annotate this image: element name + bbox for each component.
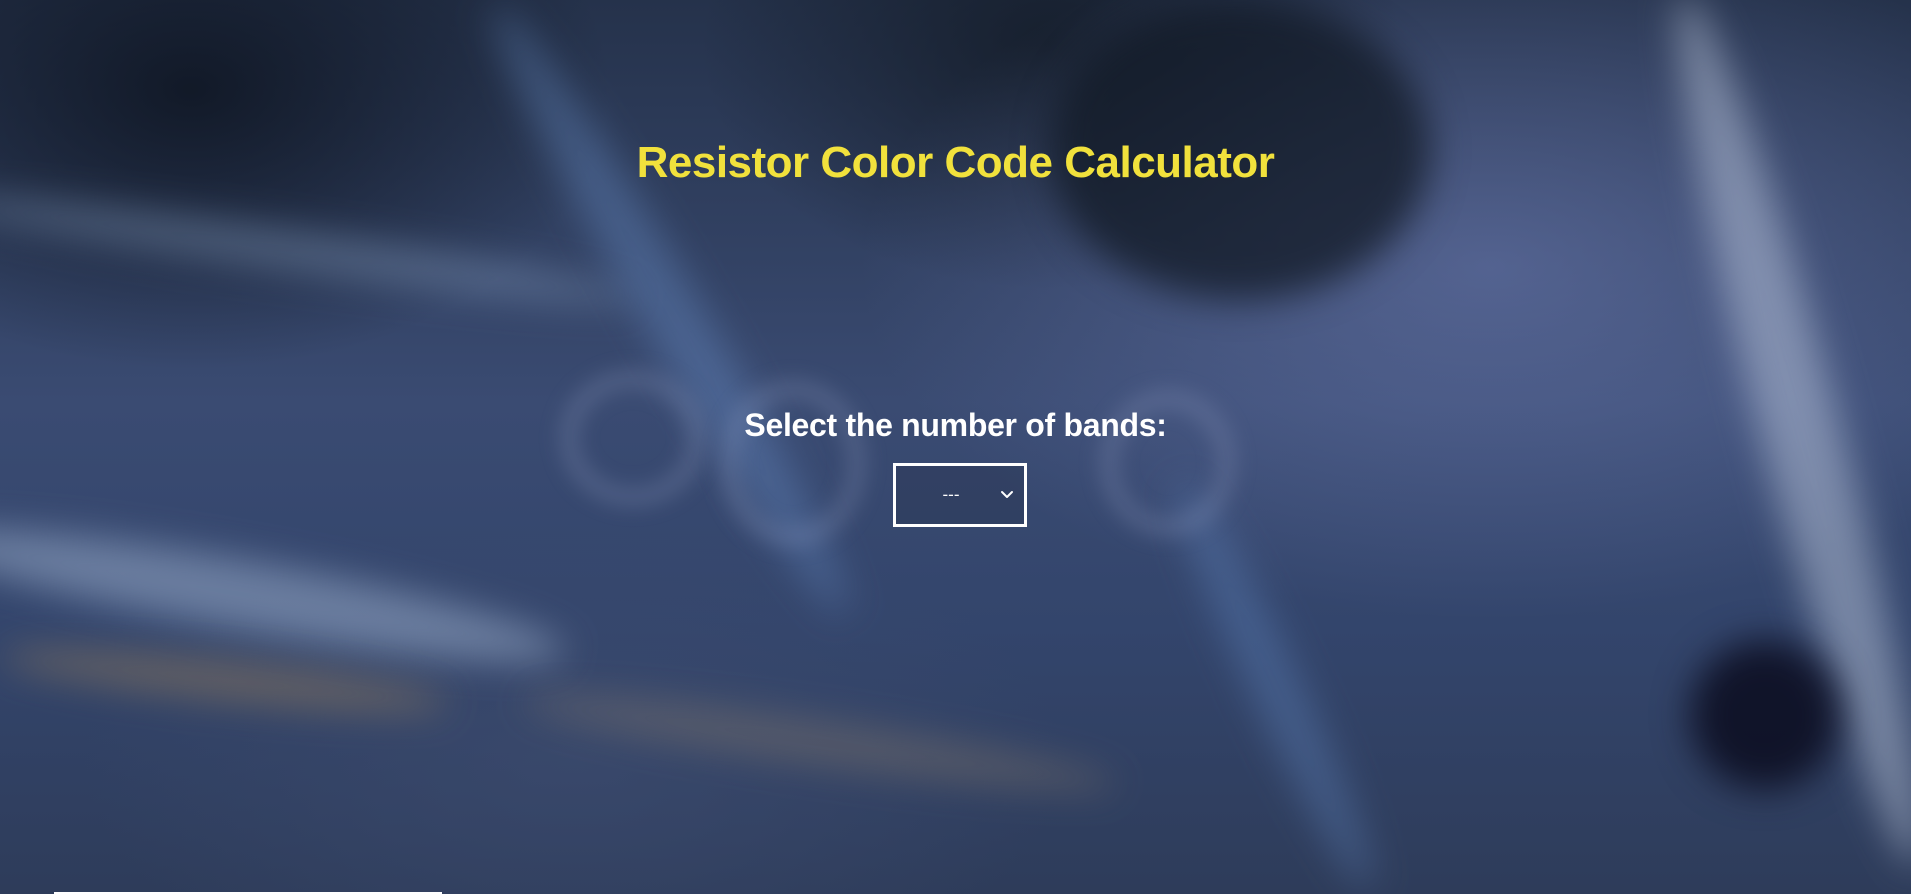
background-image	[0, 0, 1911, 894]
page-title: Resistor Color Code Calculator	[636, 138, 1275, 187]
bands-select[interactable]: ---	[893, 463, 1027, 527]
chevron-down-icon	[998, 486, 1016, 504]
bands-select-value: ---	[942, 485, 960, 504]
bands-label: Select the number of bands:	[744, 407, 1167, 443]
